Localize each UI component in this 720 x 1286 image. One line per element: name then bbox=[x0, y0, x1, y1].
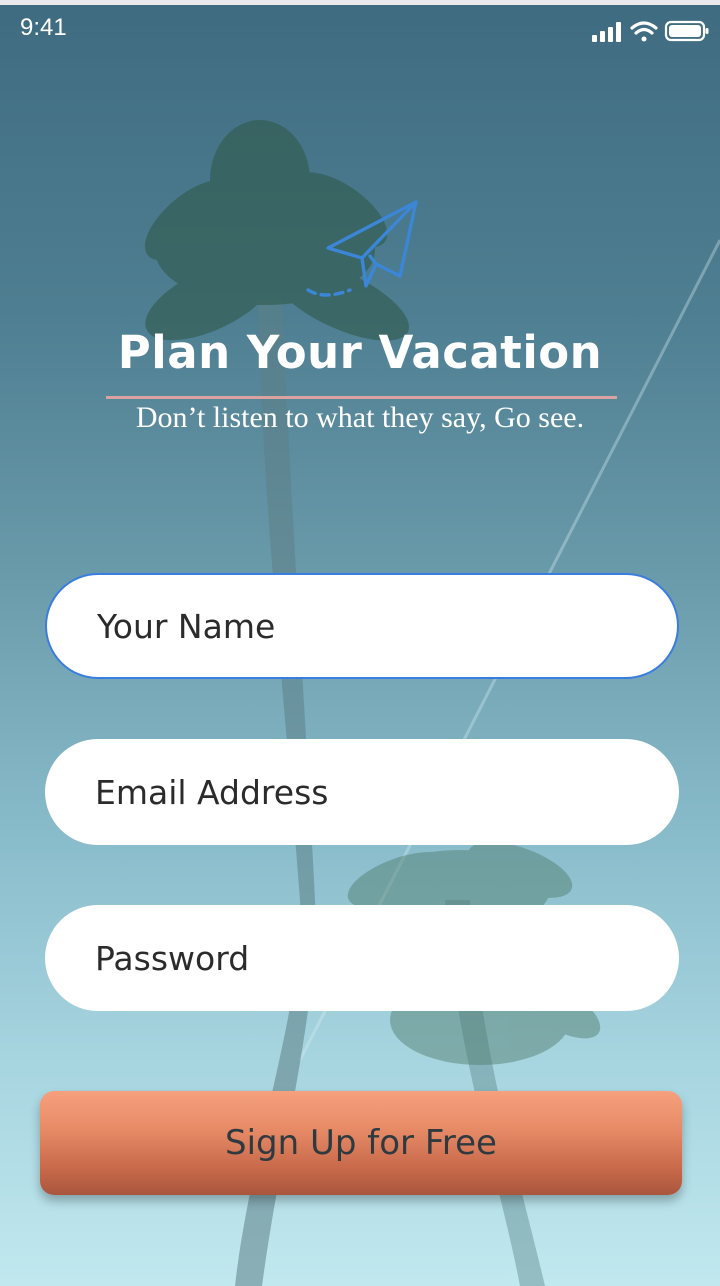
email-field bbox=[45, 739, 679, 845]
status-time: 9:41 bbox=[20, 14, 67, 41]
paper-plane-icon bbox=[306, 200, 418, 297]
page-title: Plan Your Vacation bbox=[117, 326, 603, 379]
password-field bbox=[45, 905, 679, 1011]
password-input[interactable] bbox=[45, 905, 679, 1011]
title-divider bbox=[106, 396, 617, 399]
name-field bbox=[45, 573, 679, 679]
name-input[interactable] bbox=[47, 575, 677, 677]
email-input[interactable] bbox=[45, 739, 679, 845]
cellular-signal-icon bbox=[592, 22, 621, 42]
status-icons bbox=[592, 20, 709, 42]
sign-up-button[interactable]: Sign Up for Free bbox=[40, 1091, 682, 1195]
battery-icon bbox=[664, 20, 709, 42]
page-subtitle: Don’t listen to what they say, Go see. bbox=[135, 401, 585, 434]
status-bar: 9:41 bbox=[0, 8, 720, 48]
wifi-icon bbox=[630, 21, 658, 42]
